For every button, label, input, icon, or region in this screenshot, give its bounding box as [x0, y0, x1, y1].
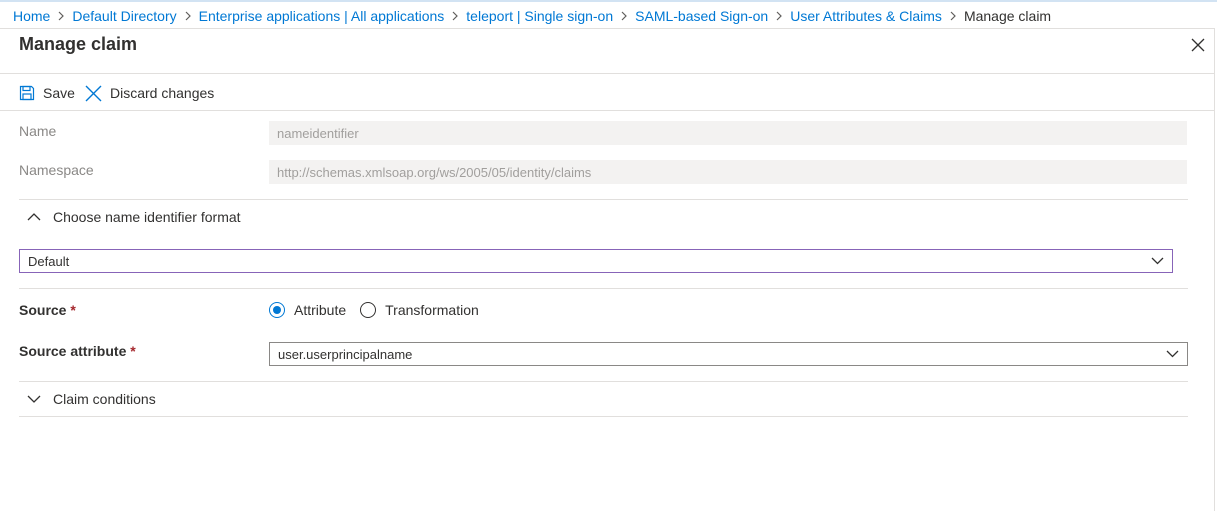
- chevron-down-icon: [1166, 343, 1179, 365]
- name-identifier-format-toggle[interactable]: Choose name identifier format: [27, 206, 241, 228]
- section-divider: [19, 381, 1188, 382]
- name-identifier-format-value: Default: [28, 253, 70, 269]
- required-mark: *: [130, 343, 136, 359]
- source-option-attribute-label: Attribute: [294, 302, 347, 318]
- discard-label: Discard changes: [110, 85, 215, 101]
- source-attribute-value: user.userprincipalname: [278, 346, 413, 362]
- chevron-right-icon: [768, 6, 790, 26]
- breadcrumb-current: Manage claim: [963, 8, 1052, 24]
- save-icon: [19, 85, 35, 101]
- name-label: Name: [19, 123, 57, 139]
- source-attribute-label-text: Source attribute: [19, 343, 127, 359]
- source-label: Source *: [19, 302, 76, 318]
- breadcrumb-default-directory[interactable]: Default Directory: [72, 8, 176, 24]
- discard-icon: [85, 85, 102, 102]
- save-label: Save: [43, 85, 75, 101]
- blade-right-border: [1214, 28, 1215, 511]
- section-divider: [19, 199, 1188, 200]
- breadcrumb-divider: [0, 28, 1214, 29]
- chevron-down-icon: [27, 395, 45, 403]
- toolbar-divider: [0, 110, 1214, 111]
- source-option-transformation[interactable]: Transformation: [360, 302, 479, 318]
- claim-conditions-toggle[interactable]: Claim conditions: [27, 388, 156, 410]
- header-divider: [0, 73, 1214, 74]
- source-option-attribute[interactable]: Attribute: [269, 302, 346, 318]
- breadcrumb-saml-sign-on[interactable]: SAML-based Sign-on: [635, 8, 768, 24]
- required-mark: *: [70, 302, 76, 318]
- name-identifier-format-label: Choose name identifier format: [53, 209, 241, 225]
- namespace-label: Namespace: [19, 162, 94, 178]
- source-label-text: Source: [19, 302, 67, 318]
- claim-conditions-label: Claim conditions: [53, 391, 156, 407]
- save-button[interactable]: Save: [19, 82, 75, 104]
- breadcrumb-home[interactable]: Home: [13, 8, 50, 24]
- name-field: nameidentifier: [269, 121, 1187, 145]
- source-option-transformation-label: Transformation: [385, 302, 479, 318]
- radio-unchecked-icon: [360, 302, 377, 318]
- name-identifier-format-dropdown[interactable]: Default: [19, 249, 1173, 273]
- breadcrumb: Home Default Directory Enterprise applic…: [13, 6, 1051, 26]
- chevron-right-icon: [942, 6, 964, 26]
- section-divider: [19, 416, 1188, 417]
- radio-checked-icon: [269, 302, 285, 318]
- breadcrumb-user-attributes-claims[interactable]: User Attributes & Claims: [790, 8, 942, 24]
- section-divider: [19, 288, 1188, 289]
- close-icon: [1191, 38, 1205, 52]
- chevron-down-icon: [1151, 250, 1164, 272]
- top-accent-line: [0, 0, 1217, 2]
- discard-changes-button[interactable]: Discard changes: [85, 82, 214, 104]
- chevron-right-icon: [613, 6, 635, 26]
- source-radio-group: Attribute Transformation: [269, 299, 493, 321]
- source-attribute-dropdown[interactable]: user.userprincipalname: [269, 342, 1188, 366]
- namespace-field: http://schemas.xmlsoap.org/ws/2005/05/id…: [269, 160, 1187, 184]
- chevron-right-icon: [50, 6, 72, 26]
- chevron-up-icon: [27, 213, 45, 221]
- chevron-right-icon: [177, 6, 199, 26]
- page-title: Manage claim: [19, 34, 138, 54]
- breadcrumb-enterprise-applications[interactable]: Enterprise applications | All applicatio…: [199, 8, 445, 24]
- close-button[interactable]: [1187, 34, 1209, 56]
- source-attribute-label: Source attribute *: [19, 343, 136, 359]
- chevron-right-icon: [444, 6, 466, 26]
- breadcrumb-teleport-sso[interactable]: teleport | Single sign-on: [466, 8, 613, 24]
